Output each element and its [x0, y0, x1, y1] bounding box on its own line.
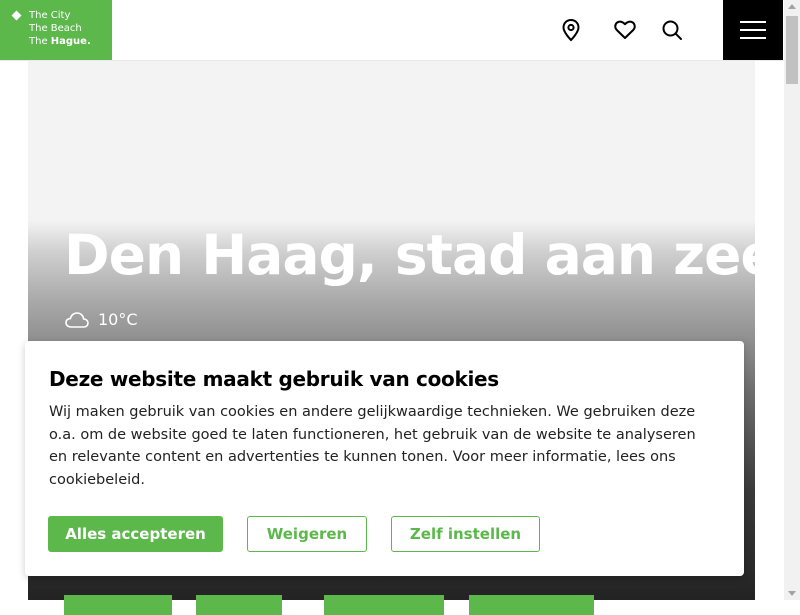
hero-category-button[interactable] — [324, 595, 444, 615]
cookie-dialog-title: Deze website maakt gebruik van cookies — [49, 367, 499, 391]
logo-line-1: The City — [29, 10, 71, 21]
cookie-dialog-body: Wij maken gebruik van cookies en andere … — [49, 404, 696, 488]
menu-icon-bar — [740, 37, 766, 39]
menu-icon-bar — [740, 21, 766, 23]
accept-all-button[interactable]: Alles accepteren — [48, 516, 223, 552]
logo-text: The City The Beach The Hague. — [29, 9, 91, 48]
weather-widget: 10°C — [64, 310, 138, 329]
custom-settings-button[interactable]: Zelf instellen — [391, 516, 540, 552]
diamond-icon — [11, 10, 22, 21]
hero-title: Den Haag, stad aan zee — [64, 223, 778, 287]
logo-line-2: The Beach — [29, 23, 82, 34]
location-pin-icon[interactable] — [558, 17, 584, 43]
logo-line-3: The Hague. — [29, 36, 91, 47]
hero-category-button[interactable] — [469, 595, 594, 615]
hero-category-button[interactable] — [64, 595, 172, 615]
scroll-down-arrow-icon[interactable] — [788, 591, 796, 596]
menu-button[interactable] — [723, 0, 783, 60]
heart-icon[interactable] — [612, 17, 638, 43]
site-header: The City The Beach The Hague. — [0, 0, 784, 61]
cloud-icon — [65, 311, 89, 328]
weather-temperature: 10°C — [98, 310, 138, 329]
site-logo[interactable]: The City The Beach The Hague. — [0, 0, 112, 60]
search-icon[interactable] — [659, 17, 685, 43]
hero-category-button[interactable] — [196, 595, 282, 615]
reject-button[interactable]: Weigeren — [247, 516, 367, 552]
vertical-scrollbar[interactable] — [784, 0, 800, 600]
scroll-up-arrow-icon[interactable] — [788, 4, 796, 9]
scrollbar-thumb[interactable] — [786, 16, 798, 84]
menu-icon-bar — [740, 29, 766, 31]
cookie-consent-dialog: Deze website maakt gebruik van cookies W… — [25, 341, 744, 576]
